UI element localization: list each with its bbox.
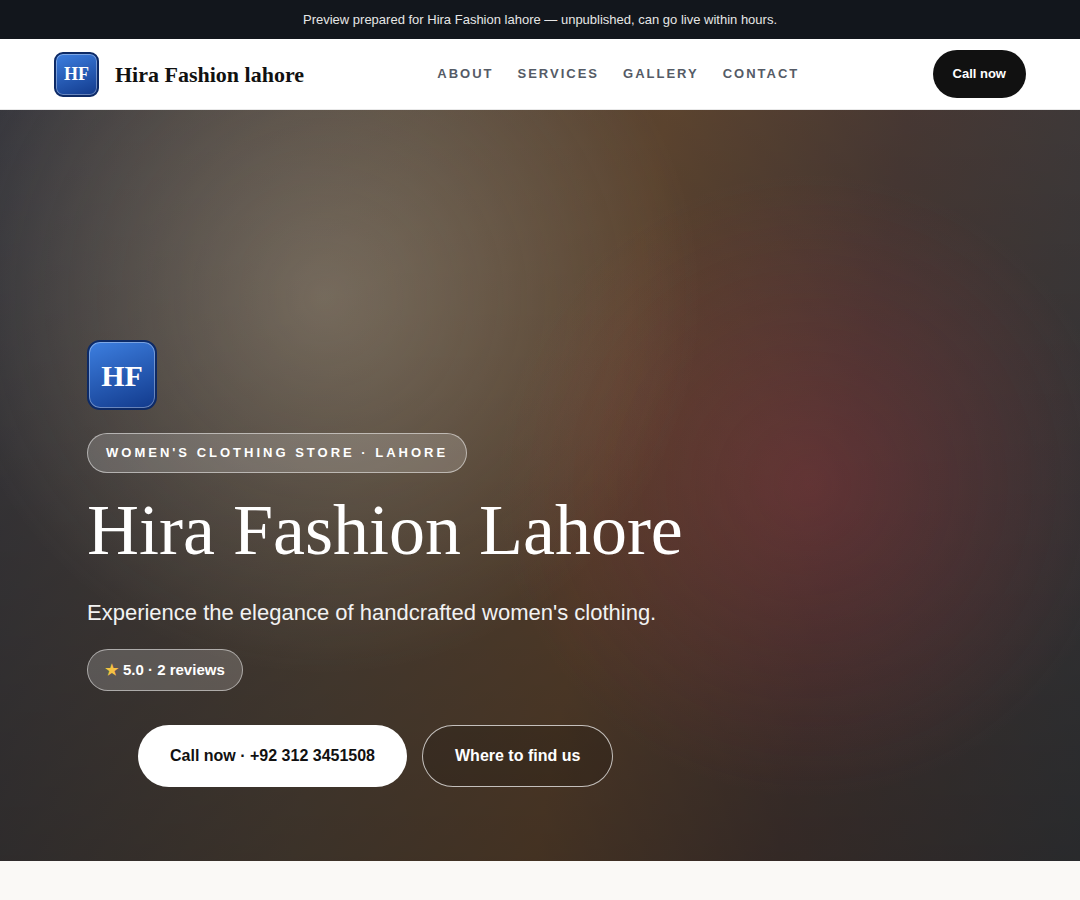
logo-text: HF — [64, 61, 89, 88]
next-section — [0, 861, 1080, 900]
rating-text: 5.0 · 2 reviews — [123, 659, 225, 682]
category-tag: WOMEN'S CLOTHING STORE · LAHORE — [87, 433, 467, 473]
rating-pill: ★5.0 · 2 reviews — [87, 649, 243, 692]
call-button[interactable]: Call now · +92 312 3451508 — [138, 725, 407, 787]
banner-text: Preview prepared for Hira Fashion lahore… — [303, 10, 777, 30]
logo-icon: HF — [87, 340, 157, 410]
hero-title: Hira Fashion Lahore — [87, 491, 1040, 570]
logo-text: HF — [101, 353, 143, 398]
nav-link[interactable]: ABOUT — [437, 64, 493, 84]
hero: HF WOMEN'S CLOTHING STORE · LAHORE Hira … — [0, 110, 1080, 861]
preview-banner: Preview prepared for Hira Fashion lahore… — [0, 0, 1080, 39]
nav-links: ABOUT SERVICES GALLERY CONTACT — [437, 64, 799, 84]
navbar: HF Hira Fashion lahore ABOUT SERVICES GALL… — [0, 39, 1080, 110]
nav-link[interactable]: GALLERY — [623, 64, 699, 84]
nav-link[interactable]: CONTACT — [723, 64, 800, 84]
call-now-button[interactable]: Call now — [933, 50, 1026, 98]
brand-name[interactable]: Hira Fashion lahore — [115, 58, 304, 91]
logo-icon: HF — [54, 52, 99, 97]
directions-button[interactable]: Where to find us — [422, 725, 613, 787]
brand[interactable]: HF Hira Fashion lahore — [54, 52, 304, 97]
hero-subtitle: Experience the elegance of handcrafted w… — [87, 596, 1040, 629]
star-icon: ★ — [105, 659, 118, 682]
nav-link[interactable]: SERVICES — [518, 64, 600, 84]
